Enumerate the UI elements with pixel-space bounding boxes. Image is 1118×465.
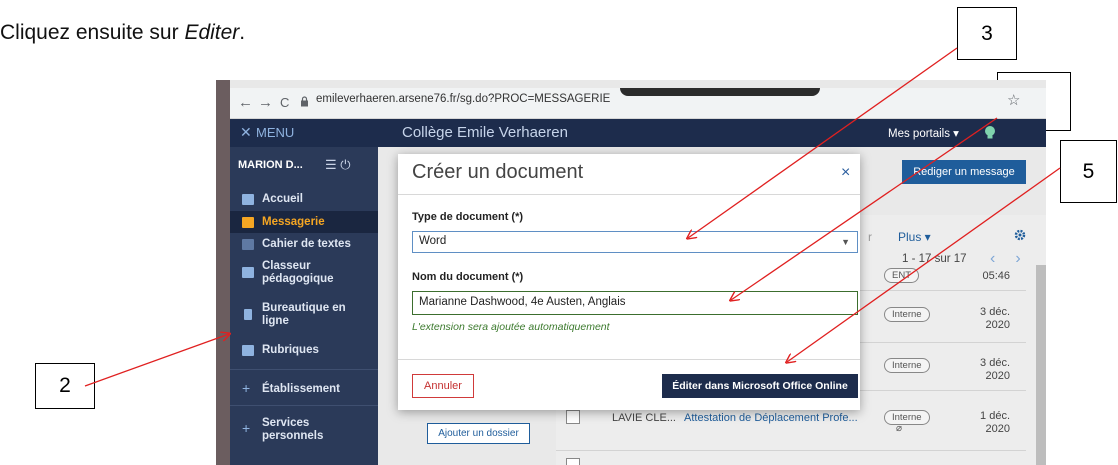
row-subject[interactable]: Attestation de Déplacement Profe...: [684, 412, 858, 424]
lock-icon: [301, 96, 308, 107]
browser-toolbar: ← → C emileverhaeren.arsene76.fr/sg.do?P…: [230, 88, 1046, 119]
back-icon[interactable]: ←: [238, 94, 253, 111]
row-year: 2020: [985, 319, 1010, 331]
home-grid-icon: [242, 194, 254, 205]
extension-hint: L'extension sera ajoutée automatiquement: [412, 321, 610, 333]
address-bar[interactable]: emileverhaeren.arsene76.fr/sg.do?PROC=ME…: [316, 93, 610, 105]
edit-office-online-button[interactable]: Éditer dans Microsoft Office Online: [662, 374, 858, 398]
callout-2: 2: [35, 363, 95, 409]
envelope-icon: [242, 217, 254, 228]
name-label: Nom du document (*): [412, 271, 524, 283]
dialog-divider: [398, 359, 860, 360]
add-folder-button[interactable]: Ajouter un dossier: [427, 423, 530, 444]
sidebar-item-bureautique[interactable]: Bureautique en ligne: [230, 299, 378, 331]
pagination-arrows[interactable]: ‹›: [990, 250, 1041, 268]
compose-button[interactable]: Rédiger un message: [902, 160, 1026, 184]
type-label: Type de document (*): [412, 211, 524, 223]
plus-icon: +: [242, 420, 251, 436]
row-sender[interactable]: LAVIE CLE...: [612, 412, 676, 424]
reload-icon[interactable]: C: [280, 95, 289, 110]
row-checkbox[interactable]: [566, 458, 580, 465]
sidebar-divider: [230, 369, 378, 370]
bookmark-star-icon[interactable]: ☆: [1007, 91, 1020, 109]
callout-5: 5: [1060, 140, 1117, 203]
row-date: 1 déc.: [980, 410, 1010, 422]
scrollbar[interactable]: [1036, 265, 1046, 465]
forward-icon[interactable]: →: [258, 94, 273, 111]
folder-icon: [242, 267, 254, 278]
sidebar-item-rubriques[interactable]: Rubriques: [230, 340, 378, 362]
cancel-button[interactable]: Annuler: [412, 374, 474, 398]
user-settings-icon[interactable]: ☰ ⏻: [325, 157, 351, 173]
row-year: 2020: [985, 423, 1010, 435]
sidebar-divider: [230, 405, 378, 406]
dialog-divider: [398, 194, 860, 195]
user-name[interactable]: MARION D...: [238, 159, 303, 171]
row-year: 2020: [985, 370, 1010, 382]
window-edge: [216, 80, 230, 465]
sidebar-section-etablissement[interactable]: + Établissement: [230, 379, 378, 401]
status-badge: Interne: [884, 307, 930, 322]
arrow-to-bureautique: [84, 334, 229, 387]
calendar-icon: [242, 239, 254, 250]
chevron-down-icon: ▼: [841, 237, 850, 247]
close-icon[interactable]: ×: [841, 164, 850, 182]
portals-menu[interactable]: Mes portails ▾: [888, 126, 959, 140]
sidebar-item-accueil[interactable]: Accueil: [230, 189, 378, 211]
sidebar-item-messagerie[interactable]: Messagerie: [230, 211, 378, 233]
plus-icon: +: [242, 380, 251, 396]
row-date: 05:46: [982, 270, 1010, 282]
row-divider: [556, 450, 1026, 451]
row-date: 3 déc.: [980, 306, 1010, 318]
lightbulb-icon[interactable]: [984, 125, 996, 141]
close-menu-icon[interactable]: ✕: [240, 124, 252, 141]
sidebar-item-cahier[interactable]: Cahier de textes: [230, 233, 378, 255]
filter-label: r: [868, 230, 872, 244]
dialog-title: Créer un document: [412, 161, 584, 183]
callout-3: 3: [957, 7, 1017, 60]
status-badge: Interne: [884, 410, 930, 425]
status-badge: ENT: [884, 268, 919, 283]
document-type-select[interactable]: Word ▼: [412, 231, 858, 253]
app-header: ✕ MENU Collège Emile Verhaeren Mes porta…: [230, 119, 1046, 147]
school-name: Collège Emile Verhaeren: [402, 124, 568, 141]
attachment-icon: ⌀: [896, 423, 903, 434]
office-icon: [244, 309, 252, 320]
row-checkbox[interactable]: [566, 410, 580, 424]
create-document-dialog: Créer un document × Type de document (*)…: [398, 154, 860, 410]
sidebar-item-classeur[interactable]: Classeur pédagogique: [230, 257, 378, 289]
document-name-input[interactable]: Marianne Dashwood, 4e Austen, Anglais: [412, 291, 858, 315]
instruction-line: Cliquez ensuite sur Editer.: [0, 21, 246, 44]
status-badge: Interne: [884, 358, 930, 373]
window-notch: [620, 88, 820, 96]
row-date: 3 déc.: [980, 357, 1010, 369]
app-screenshot: ← → C emileverhaeren.arsene76.fr/sg.do?P…: [216, 80, 1046, 465]
sidebar: MARION D... ☰ ⏻ Accueil Messagerie Cahie…: [230, 147, 378, 465]
more-menu[interactable]: Plus ▾: [898, 230, 931, 244]
sidebar-section-services[interactable]: + Services personnels: [230, 415, 378, 447]
gear-icon[interactable]: [1014, 229, 1026, 241]
pagination-count: 1 - 17 sur 17: [902, 253, 967, 265]
list-icon: [242, 345, 254, 356]
menu-label[interactable]: MENU: [256, 125, 294, 140]
